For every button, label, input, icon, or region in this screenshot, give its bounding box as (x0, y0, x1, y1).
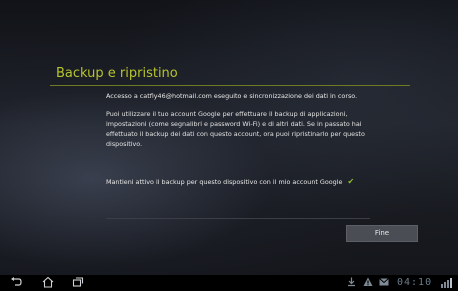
dialog-body: Accesso a catfly46@hotmail.com eseguito … (106, 92, 370, 149)
download-icon (347, 277, 356, 291)
keep-backup-label: Mantieni attivo il backup per questo dis… (106, 178, 343, 186)
back-icon[interactable] (10, 276, 22, 290)
button-bar-divider (106, 218, 370, 219)
system-navigation-bar: 04:10 (0, 275, 458, 291)
warning-icon (363, 277, 373, 291)
signal-icon (441, 278, 455, 288)
backup-description-text: Puoi utilizzare il tuo account Google pe… (106, 110, 365, 148)
backup-restore-dialog: Backup e ripristino Accesso a catfly46@h… (50, 58, 418, 254)
notification-icon (379, 277, 389, 291)
title-divider (50, 85, 410, 86)
keep-backup-option[interactable]: Mantieni attivo il backup per questo dis… (106, 176, 370, 188)
recent-apps-icon[interactable] (72, 276, 84, 290)
status-clock: 04:10 (397, 277, 433, 288)
home-icon[interactable] (42, 276, 54, 290)
checkmark-icon[interactable]: ✔ (347, 178, 354, 186)
done-button[interactable]: Fine (346, 225, 418, 242)
sync-status-text: Accesso a catfly46@hotmail.com eseguito … (106, 92, 358, 100)
dialog-title: Backup e ripristino (56, 66, 178, 81)
